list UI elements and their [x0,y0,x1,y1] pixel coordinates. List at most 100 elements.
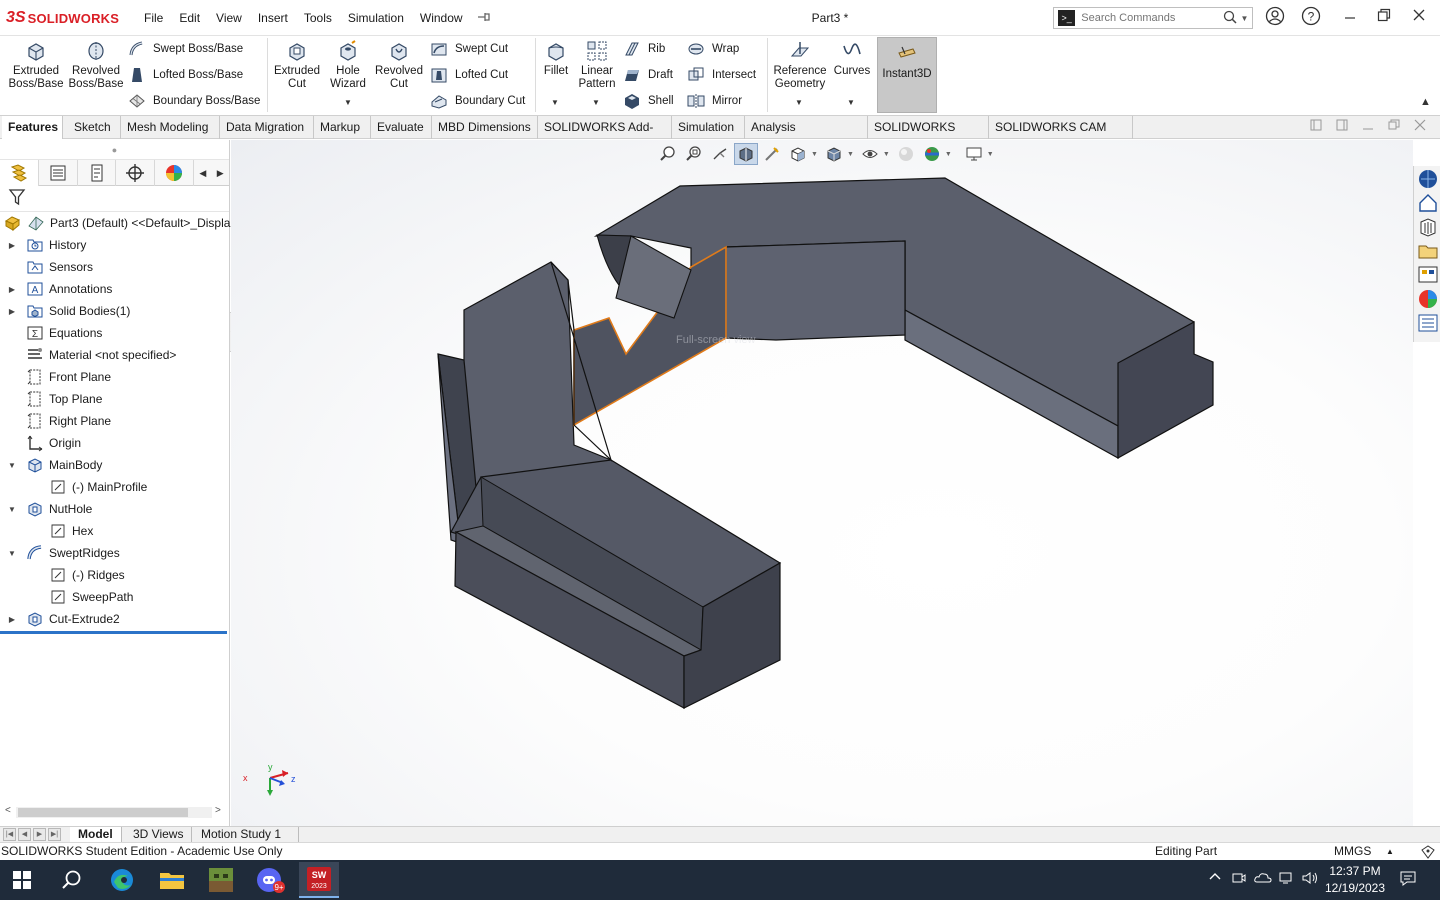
fillet-button[interactable]: Fillet [539,40,573,78]
displaymanager-tab-icon[interactable] [155,160,195,186]
tab-3d-views[interactable]: 3D Views [125,827,193,843]
tree-item-hex[interactable]: Hex [0,520,229,542]
expand-node-icon[interactable]: ▶ [7,241,17,250]
featuremanager-tab-icon[interactable] [0,160,39,186]
tab-solidworks-cam[interactable]: SOLIDWORKS CAM [868,116,989,156]
tree-item-nuthole[interactable]: ▼ NutHole [0,498,229,520]
minecraft-icon[interactable] [201,864,241,896]
doc-close-icon[interactable] [1409,119,1431,135]
menu-edit[interactable]: Edit [171,0,208,36]
appearances-icon[interactable] [1417,288,1439,310]
discord-icon[interactable]: 9+ [250,864,290,896]
tree-item-mainbody[interactable]: ▼ MainBody [0,454,229,476]
reference-geometry-dropdown-icon[interactable]: ▼ [795,98,803,107]
wrap-button[interactable]: Wrap [687,38,739,60]
windows-start-icon[interactable] [2,864,42,896]
user-account-icon[interactable] [1261,6,1289,30]
scroll-left-icon[interactable]: < [5,805,11,816]
hole-wizard-dropdown-icon[interactable]: ▼ [344,98,352,107]
pin-menu-icon[interactable] [471,11,497,26]
tabs-scroll-right-icon[interactable]: ▶ [212,160,229,186]
expand-node-icon[interactable]: ▶ [7,307,17,316]
tree-item-cut-extrude2[interactable]: ▶ Cut-Extrude2 [0,608,229,630]
tab-analysis-preparation[interactable]: Analysis Preparation [745,116,868,156]
close-window-icon[interactable] [1405,6,1433,30]
volume-icon[interactable] [1301,870,1319,889]
curves-button[interactable]: Curves [832,40,872,78]
expand-node-icon[interactable]: ▶ [7,285,17,294]
search-input[interactable] [1075,9,1224,27]
tree-item-sweptridges[interactable]: ▼ SweptRidges [0,542,229,564]
units-selector[interactable]: MMGS [1334,843,1371,860]
menu-file[interactable]: File [136,0,171,36]
collapse-node-icon[interactable]: ▼ [7,461,17,470]
tree-item-history[interactable]: ▶ History [0,234,229,256]
propertymanager-tab-icon[interactable] [39,160,78,186]
intersect-button[interactable]: Intersect [687,64,756,86]
tree-item-annotations[interactable]: ▶ A Annotations [0,278,229,300]
reference-geometry-button[interactable]: Reference Geometry [771,40,829,91]
tab-solidworks-add-ins[interactable]: SOLIDWORKS Add-Ins [538,116,672,156]
tab-evaluate[interactable]: Evaluate [371,116,432,139]
scroll-thumb[interactable] [18,808,188,817]
panel-horizontal-scrollbar[interactable]: < > [0,804,229,821]
meet-now-icon[interactable] [1231,870,1247,889]
taskbar-search-icon[interactable] [52,864,92,896]
extruded-boss-button[interactable]: Extruded Boss/Base [8,40,64,91]
tree-item-sensors[interactable]: Sensors [0,256,229,278]
tree-root-part[interactable]: Part3 (Default) <<Default>_Displa [0,212,230,234]
tree-item-material[interactable]: Material <not specified> [0,344,229,366]
tab-data-migration[interactable]: Data Migration [220,116,314,139]
lofted-boss-button[interactable]: Lofted Boss/Base [128,64,243,86]
hole-wizard-button[interactable]: Hole Wizard [326,40,370,91]
tab-model[interactable]: Model [70,827,122,843]
tree-item-front-plane[interactable]: Front Plane [0,366,229,388]
tab-motion-study-1[interactable]: Motion Study 1 [193,827,299,843]
tree-item-mainprofile[interactable]: (-) MainProfile [0,476,229,498]
search-commands-box[interactable]: >_ ▼ [1053,7,1253,29]
tab-sketch[interactable]: Sketch [68,116,121,139]
onedrive-icon[interactable] [1254,870,1272,889]
home-icon[interactable] [1417,192,1439,214]
tree-item-ridges[interactable]: (-) Ridges [0,564,229,586]
pattern-dropdown-icon[interactable]: ▼ [592,98,600,107]
extruded-cut-button[interactable]: Extruded Cut [271,40,323,91]
solidworks-logo[interactable]: 3S SOLIDWORKS [6,8,119,28]
instant3d-button[interactable]: Instant3D [877,37,937,113]
panel-grip[interactable]: ● [0,140,229,160]
doc-restore-icon[interactable] [1383,119,1405,135]
minimize-window-icon[interactable] [1336,6,1364,30]
scroll-right-icon[interactable]: > [215,805,221,816]
shell-button[interactable]: Shell [623,90,674,112]
boundary-boss-button[interactable]: Boundary Boss/Base [128,90,260,112]
menu-tools[interactable]: Tools [296,0,340,36]
first-tab-icon[interactable]: |◀ [3,828,16,841]
tab-mesh-modeling[interactable]: Mesh Modeling [121,116,220,139]
part-model[interactable] [437,177,1214,709]
edge-browser-icon[interactable] [102,864,142,896]
collapse-node-icon[interactable]: ▼ [7,505,17,514]
tile-left-icon[interactable] [1305,119,1327,135]
swept-boss-button[interactable]: Swept Boss/Base [128,38,243,60]
tree-item-solid-bodies[interactable]: ▶ Solid Bodies(1) [0,300,229,322]
menu-view[interactable]: View [208,0,250,36]
tree-item-equations[interactable]: Σ Equations [0,322,229,344]
taskbar-clock[interactable]: 12:37 PM 12/19/2023 [1322,863,1388,897]
custom-properties-icon[interactable] [1417,312,1439,334]
tab-features[interactable]: Features [2,116,63,139]
tree-item-sweeppath[interactable]: SweepPath [0,586,229,608]
solidworks-taskbar-icon[interactable]: SW 2023 [299,862,339,898]
tree-item-top-plane[interactable]: Top Plane [0,388,229,410]
tab-mbd-dimensions[interactable]: MBD Dimensions [432,116,538,139]
search-icon[interactable] [1223,10,1240,27]
menu-window[interactable]: Window [412,0,471,36]
dimxpertmanager-tab-icon[interactable] [116,160,156,186]
file-explorer-icon[interactable] [1417,240,1439,262]
filter-icon[interactable] [8,188,26,209]
help-icon[interactable]: ? [1297,6,1325,30]
restore-window-icon[interactable] [1370,6,1398,30]
units-dropdown-icon[interactable]: ▲ [1386,843,1394,860]
view-palette-icon[interactable] [1417,264,1439,286]
revolved-cut-button[interactable]: Revolved Cut [373,40,425,91]
rib-button[interactable]: Rib [623,38,665,60]
